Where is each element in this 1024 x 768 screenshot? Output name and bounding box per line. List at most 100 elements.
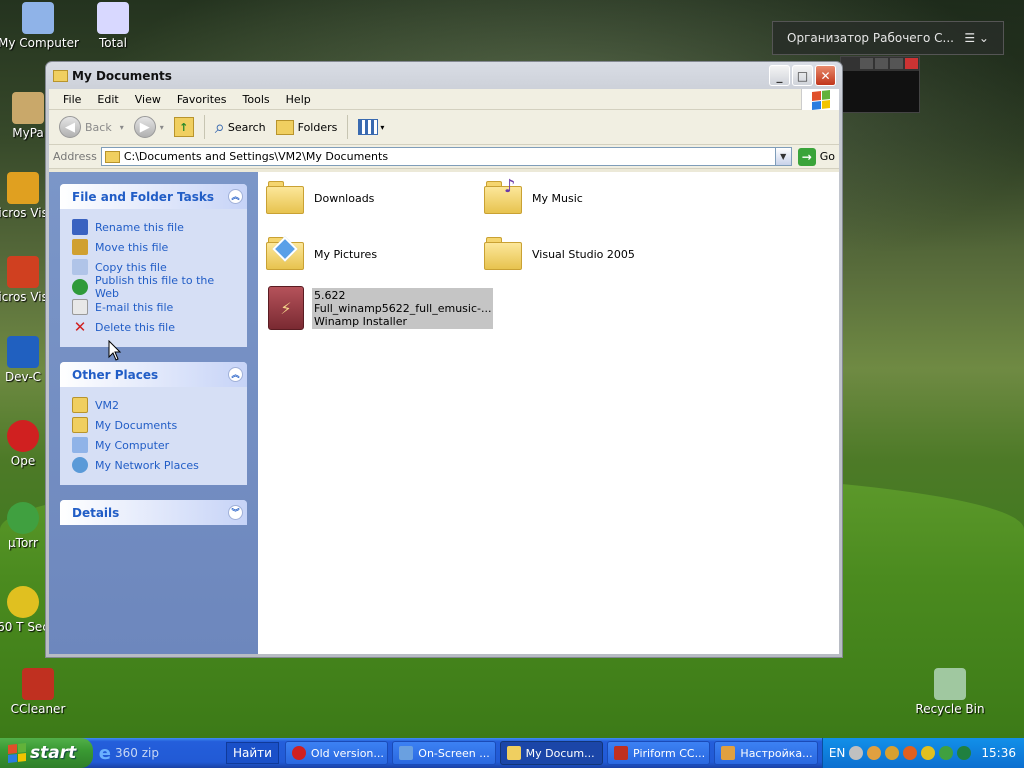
other-places-panel: Other Places ︽ VM2 My Documents My Compu…	[60, 362, 247, 485]
task-button-settings[interactable]: Настройка...	[714, 741, 818, 765]
dev-cpp-icon	[7, 336, 39, 368]
windows-logo-icon	[8, 743, 26, 763]
clock[interactable]: 15:36	[981, 746, 1016, 760]
up-folder-button[interactable]: ↑	[170, 115, 198, 139]
file-item-downloads[interactable]: Downloads	[266, 180, 374, 216]
minimize-button[interactable]: _	[769, 65, 790, 86]
views-button[interactable]: ▾	[354, 117, 388, 137]
standard-toolbar: ◀ Back ▾ ▶ ▾ ↑ ⌕ Search Folders ▾	[49, 110, 839, 145]
tray-security-icon[interactable]	[903, 746, 918, 760]
tray-network-icon[interactable]	[939, 746, 954, 760]
expand-icon[interactable]: ︾	[228, 505, 243, 520]
internet-explorer-icon[interactable]: e	[99, 743, 111, 764]
up-folder-icon: ↑	[173, 117, 194, 137]
task-rename-file[interactable]: Rename this file	[72, 217, 235, 237]
tray-360-icon[interactable]	[921, 746, 936, 760]
globe-icon	[72, 279, 88, 295]
taskbar: start e 360 zip Найти Old version... On-…	[0, 738, 1024, 768]
explorer-window[interactable]: My Documents _ □ ✕ File Edit View Favori…	[45, 61, 843, 658]
task-move-file[interactable]: Move this file	[72, 237, 235, 257]
file-item-my-music[interactable]: ♪ My Music	[484, 176, 583, 216]
ccleaner-icon	[22, 668, 54, 700]
utorrent-icon	[7, 502, 39, 534]
computer-icon	[22, 2, 54, 34]
place-network-places[interactable]: My Network Places	[72, 455, 235, 475]
menu-icon[interactable]: ☰ ⌄	[964, 31, 989, 45]
folder-icon	[484, 236, 524, 272]
menu-favorites[interactable]: Favorites	[169, 93, 235, 106]
address-path: C:\Documents and Settings\VM2\My Documen…	[123, 150, 389, 163]
forward-button[interactable]: ▶ ▾	[130, 114, 168, 140]
desktop-icon-recycle-bin[interactable]: Recycle Bin	[910, 668, 990, 716]
other-places-header[interactable]: Other Places ︽	[60, 362, 247, 387]
menu-tools[interactable]: Tools	[235, 93, 278, 106]
task-button-on-screen[interactable]: On-Screen ...	[392, 741, 496, 765]
tray-utorrent-icon[interactable]	[957, 746, 972, 760]
file-item-winamp-installer[interactable]: ⚡ 5.622 Full_winamp5622_full_emusic-... …	[268, 286, 494, 330]
network-icon	[72, 457, 88, 473]
tray-tool-icon[interactable]	[867, 746, 882, 760]
search-button[interactable]: ⌕ Search	[211, 115, 270, 140]
window-titlebar[interactable]: My Documents _ □ ✕	[49, 62, 839, 89]
background-window[interactable]	[840, 56, 920, 113]
find-button[interactable]: Найти	[225, 742, 279, 764]
folders-button[interactable]: Folders	[272, 118, 342, 137]
task-button-piriform[interactable]: Piriform CC...	[607, 741, 711, 765]
opera-icon	[7, 420, 39, 452]
windows-logo-icon	[801, 89, 839, 110]
task-button-my-documents[interactable]: My Docum...	[499, 741, 604, 765]
folder-icon	[266, 180, 306, 216]
floppy-icon	[97, 2, 129, 34]
tray-edit-icon[interactable]	[885, 746, 900, 760]
delete-icon: ✕	[73, 318, 87, 336]
chevron-down-icon[interactable]: ▾	[160, 123, 164, 132]
collapse-icon[interactable]: ︽	[228, 367, 243, 382]
back-button[interactable]: ◀ Back ▾	[55, 114, 128, 140]
quick-launch-360zip[interactable]: 360 zip	[115, 746, 159, 760]
address-input[interactable]: C:\Documents and Settings\VM2\My Documen…	[100, 147, 792, 166]
menu-help[interactable]: Help	[278, 93, 319, 106]
language-indicator[interactable]: EN	[829, 746, 846, 760]
rename-icon	[72, 219, 88, 235]
task-email-file[interactable]: E-mail this file	[72, 297, 235, 317]
start-button[interactable]: start	[0, 738, 93, 768]
recycle-bin-icon	[934, 668, 966, 700]
ccleaner-icon	[614, 746, 629, 760]
menu-edit[interactable]: Edit	[89, 93, 126, 106]
task-button-opera[interactable]: Old version...	[284, 741, 389, 765]
desktop-organizer-widget[interactable]: Организатор Рабочего С... ☰ ⌄	[772, 21, 1004, 55]
task-delete-file[interactable]: ✕ Delete this file	[72, 317, 235, 337]
keyboard-icon	[399, 746, 414, 760]
go-button[interactable]: → Go	[797, 147, 835, 166]
desktop-icon-ccleaner[interactable]: CCleaner	[0, 668, 78, 716]
desktop-icon-my-computer[interactable]: My Computer	[0, 2, 79, 50]
folder-icon	[506, 746, 521, 760]
file-list-view[interactable]: Downloads ♪ My Music My Pictures Visual …	[258, 172, 839, 654]
details-header[interactable]: Details ︾	[60, 500, 247, 525]
search-icon: ⌕	[214, 116, 225, 138]
forward-arrow-icon: ▶	[133, 116, 156, 138]
chevron-down-icon[interactable]: ▾	[120, 123, 124, 132]
tray-expand-icon[interactable]	[849, 746, 864, 760]
collapse-icon[interactable]: ︽	[228, 189, 243, 204]
toolbar-separator	[203, 115, 205, 139]
opera-icon	[291, 746, 306, 760]
place-my-computer[interactable]: My Computer	[72, 435, 235, 455]
address-dropdown-button[interactable]: ▼	[774, 148, 791, 165]
file-item-my-pictures[interactable]: My Pictures	[266, 236, 377, 272]
task-publish-web[interactable]: Publish this file to the Web	[72, 274, 235, 300]
address-label: Address	[53, 150, 97, 163]
menu-file[interactable]: File	[55, 93, 89, 106]
desktop-icon-total[interactable]: Total	[73, 2, 153, 50]
close-button[interactable]: ✕	[815, 65, 836, 86]
system-tray: EN 15:36	[821, 738, 1024, 768]
computer-icon	[72, 437, 88, 453]
maximize-button[interactable]: □	[792, 65, 813, 86]
mouse-cursor-icon	[108, 340, 122, 361]
place-vm2[interactable]: VM2	[72, 395, 235, 415]
file-folder-tasks-header[interactable]: File and Folder Tasks ︽	[60, 184, 247, 209]
menu-view[interactable]: View	[127, 93, 169, 106]
go-arrow-icon: →	[797, 147, 816, 166]
place-my-documents[interactable]: My Documents	[72, 415, 235, 435]
file-item-visual-studio[interactable]: Visual Studio 2005	[484, 236, 635, 272]
